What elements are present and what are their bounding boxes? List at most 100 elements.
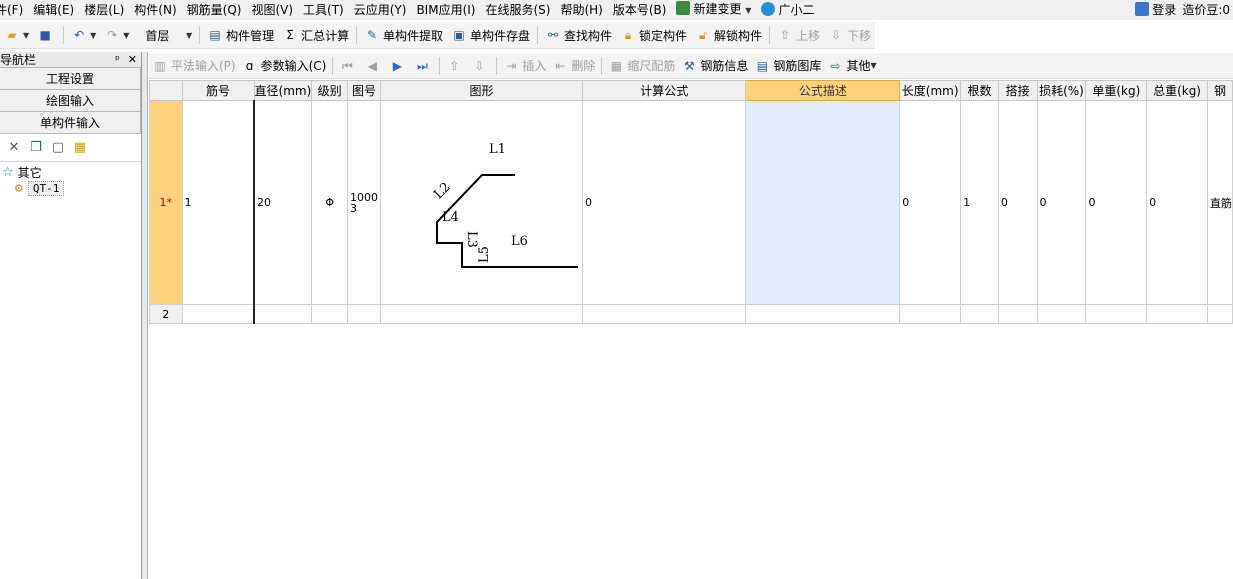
cell-unit-weight[interactable] [1085, 304, 1148, 324]
sum-calc-button[interactable]: Σ 汇总计算 [278, 23, 353, 47]
cell-grade[interactable] [311, 304, 349, 324]
first-record-button[interactable]: ⏮ [336, 54, 361, 78]
component-manage-button[interactable]: ▤ 构件管理 [203, 23, 278, 47]
cell-bar-no[interactable]: 1 [181, 100, 255, 305]
menu-bim[interactable]: BIM应用(I) [411, 0, 480, 20]
extract-component-button[interactable]: ✎ 单构件提取 [360, 23, 447, 47]
col-header-type[interactable]: 钢 [1206, 80, 1233, 101]
cell-figure-no[interactable] [347, 304, 381, 324]
menu-tools[interactable]: 工具(T) [298, 0, 349, 20]
clipboard-icon[interactable]: ▦ [72, 140, 88, 156]
nav-single-component-input[interactable]: 单构件输入 [0, 112, 141, 134]
col-header-shape[interactable]: 图形 [380, 80, 583, 101]
col-header-formula[interactable]: 计算公式 [581, 80, 747, 101]
move-down-button[interactable]: ⇩ 下移 [824, 23, 875, 47]
menu-edit[interactable]: 编辑(E) [28, 0, 79, 20]
move-up-button[interactable]: ⇧ 上移 [773, 23, 824, 47]
menu-version[interactable]: 版本号(B) [608, 0, 672, 20]
cell-length[interactable] [899, 304, 962, 324]
paste-icon[interactable]: ▢ [50, 140, 66, 156]
prev-record-button[interactable]: ◀ [361, 54, 386, 78]
cell-count[interactable] [960, 304, 999, 324]
col-header-loss[interactable]: 损耗(%) [1036, 80, 1087, 101]
delete-icon[interactable]: ✕ [6, 140, 22, 156]
col-header-formula-desc[interactable]: 公式描述 [745, 80, 901, 101]
delete-row-button[interactable]: ⇤ 删除 [549, 54, 598, 78]
row-number[interactable]: 2 [149, 304, 183, 324]
menu-help[interactable]: 帮助(H) [555, 0, 607, 20]
cell-loss[interactable]: 0 [1036, 100, 1087, 305]
rebar-info-button[interactable]: ⚒ 钢筋信息 [678, 54, 751, 78]
cell-formula[interactable]: 0 [581, 100, 747, 305]
lock-component-button[interactable]: 🔒︎ 锁定构件 [616, 23, 691, 47]
cell-length[interactable]: 0 [899, 100, 962, 305]
cell-formula-desc[interactable] [745, 100, 901, 305]
assistant-menu[interactable]: 广小二 [756, 0, 819, 20]
col-header-bar-no[interactable]: 筋号 [181, 80, 255, 101]
cell-formula[interactable] [581, 304, 747, 324]
col-header-length[interactable]: 长度(mm) [899, 80, 962, 101]
cell-total-weight[interactable] [1146, 304, 1208, 324]
last-record-button[interactable]: ⏭ [411, 54, 436, 78]
unlock-component-button[interactable]: 🔓︎ 解锁构件 [691, 23, 766, 47]
menu-cloud[interactable]: 云应用(Y) [349, 0, 412, 20]
cell-type[interactable] [1206, 304, 1233, 324]
menu-component[interactable]: 构件(N) [129, 0, 181, 20]
tree-node-qt1[interactable]: ⚙ QT-1 [14, 180, 141, 196]
row-down-button[interactable]: ⇩ [468, 54, 493, 78]
menu-online-service[interactable]: 在线服务(S) [480, 0, 555, 20]
cell-lap[interactable]: 0 [997, 100, 1038, 305]
row-number[interactable]: 1* [149, 100, 183, 305]
pin-icon[interactable]: ᵖ [115, 53, 120, 66]
cell-diameter[interactable] [253, 304, 313, 324]
new-change-menu[interactable]: 新建变更 ▼ [671, 0, 756, 21]
cell-figure-no[interactable]: 1000 3 [347, 100, 381, 305]
cell-formula-desc[interactable] [745, 304, 901, 324]
col-header-figure-no[interactable]: 图号 [347, 80, 381, 101]
cell-count[interactable]: 1 [960, 100, 999, 305]
flat-input-button[interactable]: ▥ 平法输入(P) [149, 54, 239, 78]
menu-floor[interactable]: 楼层(L) [79, 0, 129, 20]
param-input-button[interactable]: ɑ 参数输入(C) [239, 54, 330, 78]
rebar-library-button[interactable]: ▤ 钢筋图库 [751, 54, 824, 78]
menu-view[interactable]: 视图(V) [246, 0, 298, 20]
other-menu-button[interactable]: ⇨ 其他 ▼ [824, 54, 879, 78]
cell-unit-weight[interactable]: 0 [1085, 100, 1148, 305]
tree-node-other[interactable]: ☆ 其它 [2, 164, 141, 180]
cell-grade[interactable]: Φ [311, 100, 349, 305]
save-button[interactable]: ■ [33, 23, 60, 47]
cell-lap[interactable] [997, 304, 1038, 324]
find-component-button[interactable]: ⚯ 查找构件 [541, 23, 616, 47]
col-header-diameter[interactable]: 直径(mm) [253, 80, 313, 101]
next-record-button[interactable]: ▶ [386, 54, 411, 78]
login-button[interactable]: 登录 [1132, 0, 1179, 20]
cell-shape[interactable] [380, 304, 583, 324]
cell-diameter[interactable]: 20 [253, 100, 313, 305]
copy-icon[interactable]: ❐ [28, 140, 44, 156]
cell-shape[interactable]: L1 L2 L4 L3 L5 L6 [380, 100, 583, 305]
col-header-unit-weight[interactable]: 单重(kg) [1085, 80, 1148, 101]
row-up-button[interactable]: ⇧ [443, 54, 468, 78]
cell-bar-no[interactable] [181, 304, 255, 324]
scale-rebar-button[interactable]: ▦ 缩尺配筋 [605, 54, 678, 78]
undo-button[interactable]: ↶ ▼ [67, 23, 100, 47]
floor-select[interactable]: 首层 ▼ [141, 25, 197, 45]
nav-project-settings[interactable]: 工程设置 [0, 68, 141, 90]
cell-loss[interactable] [1036, 304, 1087, 324]
close-icon[interactable]: ✕ [128, 53, 137, 66]
open-button[interactable]: ▰ ▼ [0, 23, 33, 47]
col-header-lap[interactable]: 搭接 [997, 80, 1038, 101]
unlock-label: 解锁构件 [714, 28, 763, 43]
cell-total-weight[interactable]: 0 [1146, 100, 1208, 305]
col-header-count[interactable]: 根数 [960, 80, 999, 101]
insert-button[interactable]: ⇥ 插入 [500, 54, 549, 78]
col-header-grade[interactable]: 级别 [311, 80, 349, 101]
cell-type[interactable]: 直筋 [1206, 100, 1233, 305]
menu-rebar-quantity[interactable]: 钢筋量(Q) [182, 0, 247, 20]
menu-file[interactable]: 件(F) [0, 0, 28, 20]
redo-button[interactable]: ↷ ▼ [100, 23, 133, 47]
nav-drawing-input[interactable]: 绘图输入 [0, 90, 141, 112]
save-component-button[interactable]: ▣ 单构件存盘 [447, 23, 534, 47]
col-header-total-weight[interactable]: 总重(kg) [1146, 80, 1208, 101]
nav-splitter[interactable] [142, 52, 148, 579]
